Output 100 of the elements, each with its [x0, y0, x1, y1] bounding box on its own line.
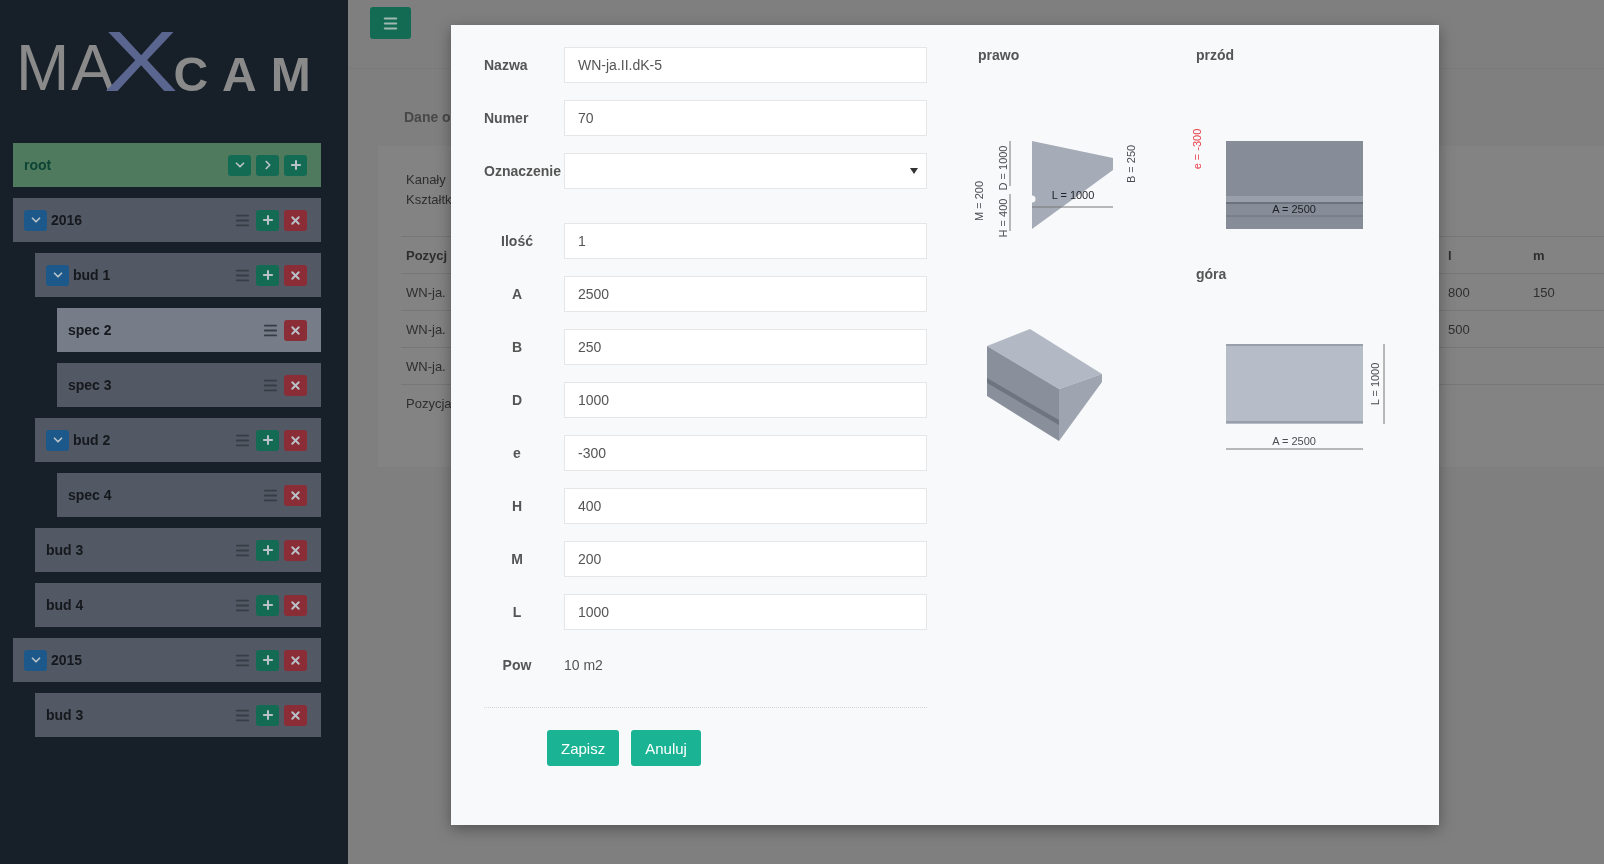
- close-icon: [289, 488, 302, 502]
- close-icon: [289, 268, 302, 282]
- add-button[interactable]: [256, 539, 279, 561]
- root-node[interactable]: root: [13, 143, 321, 187]
- delete-button[interactable]: [284, 209, 307, 231]
- tree-node[interactable]: bud 4: [35, 583, 321, 627]
- close-icon: [289, 378, 302, 392]
- field-value: 10 m2: [564, 657, 603, 673]
- tree-node[interactable]: spec 4: [57, 473, 321, 517]
- delete-button[interactable]: [284, 704, 307, 726]
- top-view-drawing: L = 1000 A = 2500: [1190, 332, 1390, 457]
- delete-button[interactable]: [284, 264, 307, 286]
- close-icon: [289, 433, 302, 447]
- input-field[interactable]: 2500: [564, 276, 927, 312]
- save-button[interactable]: Zapisz: [547, 730, 620, 766]
- table-cell: 500: [1448, 321, 1470, 337]
- table-cell: 800: [1448, 284, 1470, 300]
- input-field[interactable]: 400: [564, 488, 927, 524]
- close-icon: [289, 598, 302, 612]
- plus-icon: [260, 653, 275, 667]
- collapse-button[interactable]: [24, 209, 47, 231]
- plus-icon: [260, 268, 275, 282]
- delete-button[interactable]: [284, 649, 307, 671]
- node-label: bud 3: [46, 707, 85, 723]
- table-cell: WN-ja.: [406, 321, 446, 337]
- plus-icon: [260, 213, 275, 227]
- tree-node[interactable]: 2015: [13, 638, 321, 682]
- expand-button[interactable]: [228, 154, 251, 176]
- collapse-button[interactable]: [24, 649, 47, 671]
- view-title: góra: [1196, 266, 1228, 284]
- node-label: bud 2: [73, 432, 112, 448]
- tree-node[interactable]: 2016: [13, 198, 321, 242]
- field-label: Oznaczenie: [484, 163, 563, 179]
- close-icon: [289, 708, 302, 722]
- input-field[interactable]: 250: [564, 329, 927, 365]
- tree-node[interactable]: spec 2: [57, 308, 321, 352]
- tree-node[interactable]: spec 3: [57, 363, 321, 407]
- field-label: H: [510, 498, 524, 514]
- add-button[interactable]: [256, 429, 279, 451]
- field-label: e: [512, 445, 522, 461]
- node-label: bud 1: [73, 267, 112, 283]
- plus-icon: [260, 708, 275, 722]
- plus-icon: [260, 433, 275, 447]
- delete-button[interactable]: [284, 539, 307, 561]
- add-button[interactable]: [256, 594, 279, 616]
- tree-node[interactable]: bud 3: [35, 528, 321, 572]
- tree-node[interactable]: bud 2: [35, 418, 321, 462]
- add-button[interactable]: [256, 649, 279, 671]
- plus-icon: [288, 158, 303, 172]
- field-label: Pow: [501, 657, 533, 673]
- collapse-button[interactable]: [46, 429, 69, 451]
- add-button[interactable]: [256, 704, 279, 726]
- input-field[interactable]: 200: [564, 541, 927, 577]
- node-label: 2015: [51, 652, 84, 668]
- input-field[interactable]: 1000: [564, 382, 927, 418]
- plus-icon: [260, 543, 275, 557]
- close-icon: [289, 543, 302, 557]
- table-cell: WN-ja.: [406, 358, 446, 374]
- menu-button[interactable]: [370, 7, 411, 39]
- summary-line: Kształtk: [406, 191, 452, 209]
- cancel-button[interactable]: Anuluj: [631, 730, 701, 766]
- caret-icon: [910, 168, 918, 174]
- field-label: Ilość: [500, 233, 534, 249]
- delete-button[interactable]: [284, 374, 307, 396]
- input-field[interactable]: 1000: [564, 594, 927, 630]
- delete-button[interactable]: [284, 484, 307, 506]
- close-icon: [289, 213, 302, 227]
- column-header: m: [1533, 247, 1545, 263]
- tree-node[interactable]: bud 3: [35, 693, 321, 737]
- field-label: L: [511, 604, 523, 620]
- input-field[interactable]: 70: [564, 100, 927, 136]
- field-label: A: [510, 286, 524, 302]
- view-title: prawo: [978, 47, 1021, 65]
- column-header: l: [1448, 247, 1452, 263]
- node-label: bud 3: [46, 542, 85, 558]
- node-label: root: [24, 157, 53, 173]
- input-field[interactable]: 1: [564, 223, 927, 259]
- delete-button[interactable]: [284, 319, 307, 341]
- tree-node[interactable]: bud 1: [35, 253, 321, 297]
- input-field[interactable]: WN-ja.II.dK-5: [564, 47, 927, 83]
- add-button[interactable]: [284, 154, 307, 176]
- node-label: spec 2: [68, 322, 113, 338]
- table-cell: WN-ja.: [406, 284, 446, 300]
- add-button[interactable]: [256, 209, 279, 231]
- field-label: B: [510, 339, 524, 355]
- input-field[interactable]: -300: [564, 435, 927, 471]
- field-label: Numer: [484, 110, 530, 126]
- plus-icon: [260, 598, 275, 612]
- node-label: spec 3: [68, 377, 113, 393]
- select-field[interactable]: [564, 153, 927, 189]
- delete-button[interactable]: [284, 594, 307, 616]
- add-button[interactable]: [256, 264, 279, 286]
- field-label: Nazwa: [484, 57, 529, 73]
- field-label: D: [510, 392, 524, 408]
- view-title: przód: [1196, 47, 1236, 65]
- column-header: Pozycj: [406, 247, 448, 263]
- close-icon: [289, 653, 302, 667]
- delete-button[interactable]: [284, 429, 307, 451]
- collapse-button[interactable]: [46, 264, 69, 286]
- next-button[interactable]: [256, 154, 279, 176]
